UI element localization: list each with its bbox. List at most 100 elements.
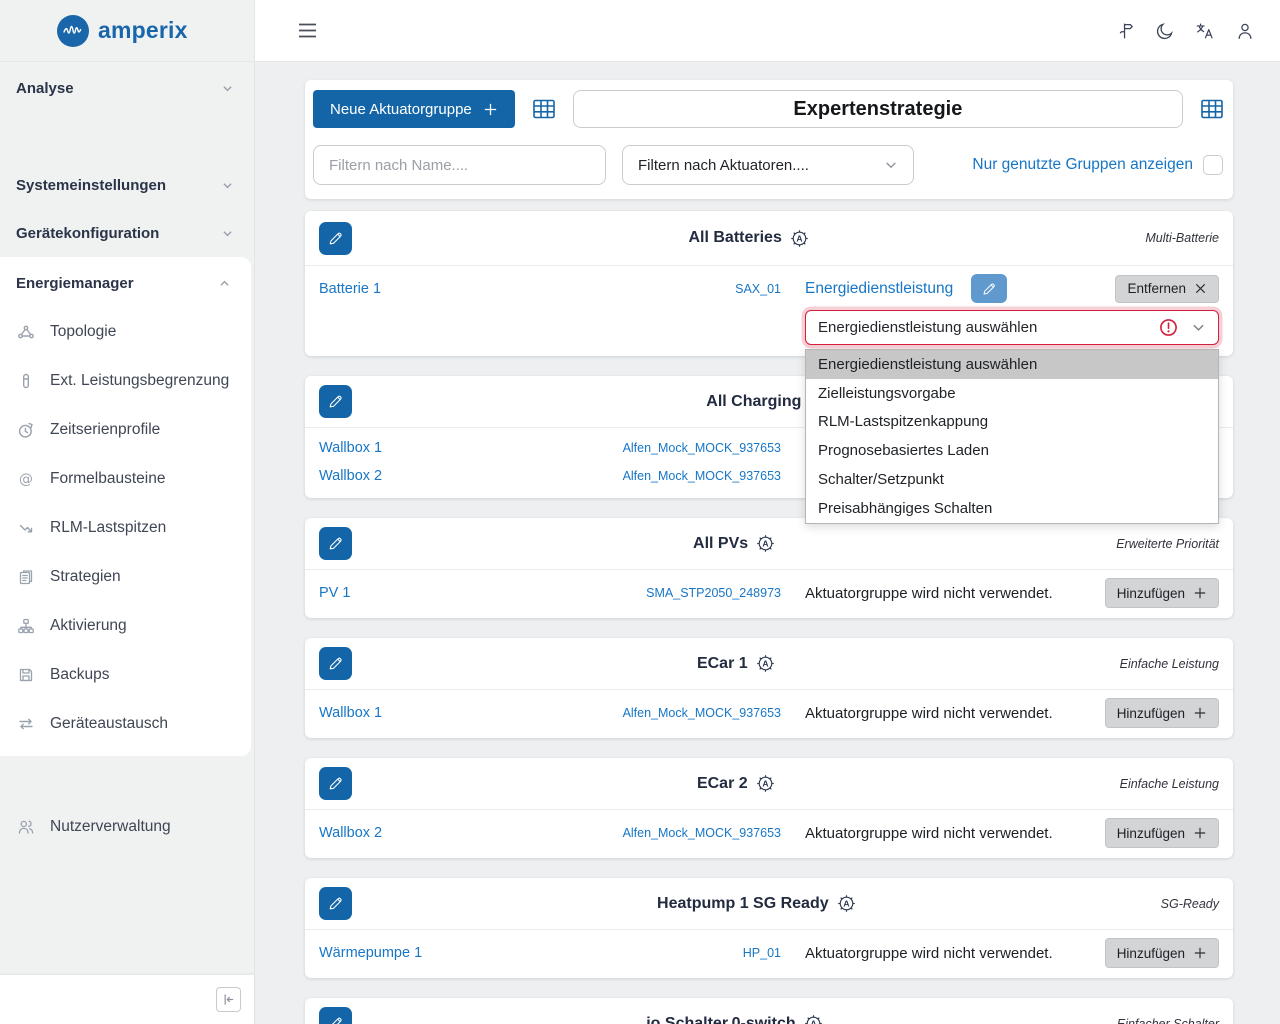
actuator-row: Batterie 1 SAX_01 Energiedienstleistung …	[319, 272, 1219, 305]
pencil-icon	[327, 775, 344, 792]
edit-group-button[interactable]	[319, 527, 352, 560]
edit-group-button[interactable]	[319, 222, 352, 255]
group-unused-status: Aktuatorgruppe wird nicht verwendet.	[805, 825, 1053, 842]
device-id-link[interactable]: Alfen_Mock_MOCK_937653	[619, 441, 781, 455]
group-table-view-icon[interactable]	[531, 97, 557, 121]
sidebar-section-geraetekonfiguration[interactable]: Gerätekonfiguration	[0, 209, 254, 257]
dark-mode-icon[interactable]	[1152, 18, 1178, 44]
sidebar-item-rlm-lastspitzen[interactable]: RLM-Lastspitzen	[0, 503, 251, 552]
toolbar-row: Neue Aktuatorgruppe	[313, 90, 1225, 128]
actuator-group-card: ECar 2 A Einfache Leistung Wallbox 2 Alf…	[305, 758, 1233, 858]
new-actuator-group-button[interactable]: Neue Aktuatorgruppe	[313, 90, 515, 128]
card-title: ECar 2 A	[352, 774, 1120, 793]
sidebar-item-topologie[interactable]: Topologie	[0, 307, 251, 356]
language-icon[interactable]	[1192, 18, 1218, 44]
brand-name: amperix	[98, 17, 188, 44]
show-used-groups-toggle[interactable]: Nur genutzte Gruppen anzeigen	[972, 155, 1225, 175]
device-id-link[interactable]: Alfen_Mock_MOCK_937653	[619, 706, 781, 720]
sidebar-item-backups[interactable]: Backups	[0, 650, 251, 699]
filter-name-input[interactable]	[313, 145, 606, 185]
sidebar-collapse-button[interactable]	[216, 987, 241, 1012]
actuator-name-link[interactable]: Batterie 1	[319, 281, 595, 297]
actuator-name-link[interactable]: Wallbox 2	[319, 468, 595, 484]
group-unused-status: Aktuatorgruppe wird nicht verwendet.	[805, 945, 1053, 962]
energy-service-link[interactable]: Energiedienstleistung	[805, 280, 953, 298]
auto-badge-icon: A	[756, 534, 775, 553]
actuator-group-card: Heatpump 1 SG Ready A SG-Ready Wärmepump…	[305, 878, 1233, 978]
actuator-name-link[interactable]: Wallbox 1	[319, 440, 595, 456]
pencil-icon	[327, 230, 344, 247]
select-option[interactable]: Prognosebasiertes Laden	[806, 436, 1218, 465]
plus-icon	[1193, 946, 1207, 960]
sidebar-item-formelbausteine[interactable]: @ Formelbausteine	[0, 454, 251, 503]
sidebar-item-nutzerverwaltung[interactable]: Nutzerverwaltung	[0, 802, 254, 851]
card-title: All Batteries A	[352, 229, 1145, 248]
device-id-link[interactable]: SMA_STP2050_248973	[619, 586, 781, 600]
service-select-wrap: Energiedienstleistung auswählen Energied…	[805, 310, 1219, 345]
chevron-down-icon	[1191, 320, 1206, 335]
edit-group-button[interactable]	[319, 767, 352, 800]
card-header: Heatpump 1 SG Ready A SG-Ready	[305, 878, 1233, 930]
svg-text:A: A	[810, 1019, 816, 1024]
card-body: Batterie 1 SAX_01 Energiedienstleistung …	[305, 266, 1233, 356]
sidebar-item-ext-leistungsbegrenzung[interactable]: Ext. Leistungsbegrenzung	[0, 356, 251, 405]
actuator-name-link[interactable]: PV 1	[319, 585, 595, 601]
sidebar-item-aktivierung[interactable]: Aktivierung	[0, 601, 251, 650]
auto-badge-icon: A	[790, 229, 809, 248]
select-option[interactable]: RLM-Lastspitzenkappung	[806, 408, 1218, 437]
remove-button[interactable]: Entfernen	[1115, 275, 1219, 303]
device-id-link[interactable]: Alfen_Mock_MOCK_937653	[619, 826, 781, 840]
device-id-link[interactable]: Alfen_Mock_MOCK_937653	[619, 469, 781, 483]
sidebar-item-geraeteaustausch[interactable]: Geräteaustausch	[0, 699, 251, 748]
device-id-link[interactable]: HP_01	[619, 946, 781, 960]
card-header: io.Schalter.0-switch A Einfacher Schalte…	[305, 998, 1233, 1024]
svg-text:A: A	[843, 899, 849, 909]
chevron-down-icon	[221, 179, 234, 192]
add-button[interactable]: Hinzufügen	[1105, 818, 1219, 848]
add-button[interactable]: Hinzufügen	[1105, 938, 1219, 968]
edit-group-button[interactable]	[319, 1007, 352, 1024]
users-icon	[17, 818, 35, 836]
actuator-name-link[interactable]: Wallbox 2	[319, 825, 595, 841]
sidebar-item-strategien[interactable]: Strategien	[0, 552, 251, 601]
strategy-table-view-icon[interactable]	[1199, 97, 1225, 121]
sidebar-section-energiemanager[interactable]: Energiemanager	[0, 259, 251, 307]
actuator-row: Wallbox 2 Alfen_Mock_MOCK_937653 Aktuato…	[319, 816, 1219, 850]
select-option[interactable]: Energiedienstleistung auswählen	[806, 350, 1218, 379]
energy-service-select[interactable]: Energiedienstleistung auswählen	[805, 310, 1219, 345]
add-button[interactable]: Hinzufügen	[1105, 698, 1219, 728]
edit-group-button[interactable]	[319, 385, 352, 418]
device-id-link[interactable]: SAX_01	[619, 282, 781, 296]
edit-group-button[interactable]	[319, 887, 352, 920]
show-used-groups-checkbox[interactable]	[1203, 155, 1223, 175]
card-header: ECar 1 A Einfache Leistung	[305, 638, 1233, 690]
edit-service-button[interactable]	[971, 274, 1007, 303]
card-body: Wallbox 1 Alfen_Mock_MOCK_937653 Aktuato…	[305, 690, 1233, 738]
group-type-label: SG-Ready	[1161, 897, 1219, 911]
time-series-icon	[17, 421, 35, 439]
select-option[interactable]: Zielleistungsvorgabe	[806, 379, 1218, 408]
select-option[interactable]: Schalter/Setzpunkt	[806, 465, 1218, 494]
user-icon[interactable]	[1232, 18, 1258, 44]
edit-group-button[interactable]	[319, 647, 352, 680]
strategy-name-input[interactable]	[573, 90, 1183, 128]
pencil-icon	[327, 393, 344, 410]
sidebar-section-analyse[interactable]: Analyse	[0, 64, 254, 112]
actuator-name-link[interactable]: Wärmepumpe 1	[319, 945, 595, 961]
add-button[interactable]: Hinzufügen	[1105, 578, 1219, 608]
signpost-icon[interactable]	[1112, 18, 1138, 44]
filter-actuators-select[interactable]: Filtern nach Aktuatoren....	[622, 145, 914, 185]
card-body: PV 1 SMA_STP2050_248973 Aktuatorgruppe w…	[305, 570, 1233, 618]
actuator-group-card: io.Schalter.0-switch A Einfacher Schalte…	[305, 998, 1233, 1024]
pencil-icon	[327, 1015, 344, 1024]
svg-text:@: @	[19, 471, 33, 487]
sidebar-section-systemeinstellungen[interactable]: Systemeinstellungen	[0, 161, 254, 209]
card-title: io.Schalter.0-switch A	[352, 1014, 1117, 1024]
actuator-name-link[interactable]: Wallbox 1	[319, 705, 595, 721]
sidebar-expanded-group: Energiemanager Topologie Ext. Leistungsb…	[0, 257, 251, 756]
sidebar-item-zeitserienprofile[interactable]: Zeitserienprofile	[0, 405, 251, 454]
select-option[interactable]: Preisabhängiges Schalten	[806, 494, 1218, 523]
actuator-group-card: All Batteries A Multi-Batterie Batterie …	[305, 211, 1233, 356]
hamburger-menu-icon[interactable]	[294, 18, 320, 44]
card-body: Wärmepumpe 1 HP_01 Aktuatorgruppe wird n…	[305, 930, 1233, 978]
